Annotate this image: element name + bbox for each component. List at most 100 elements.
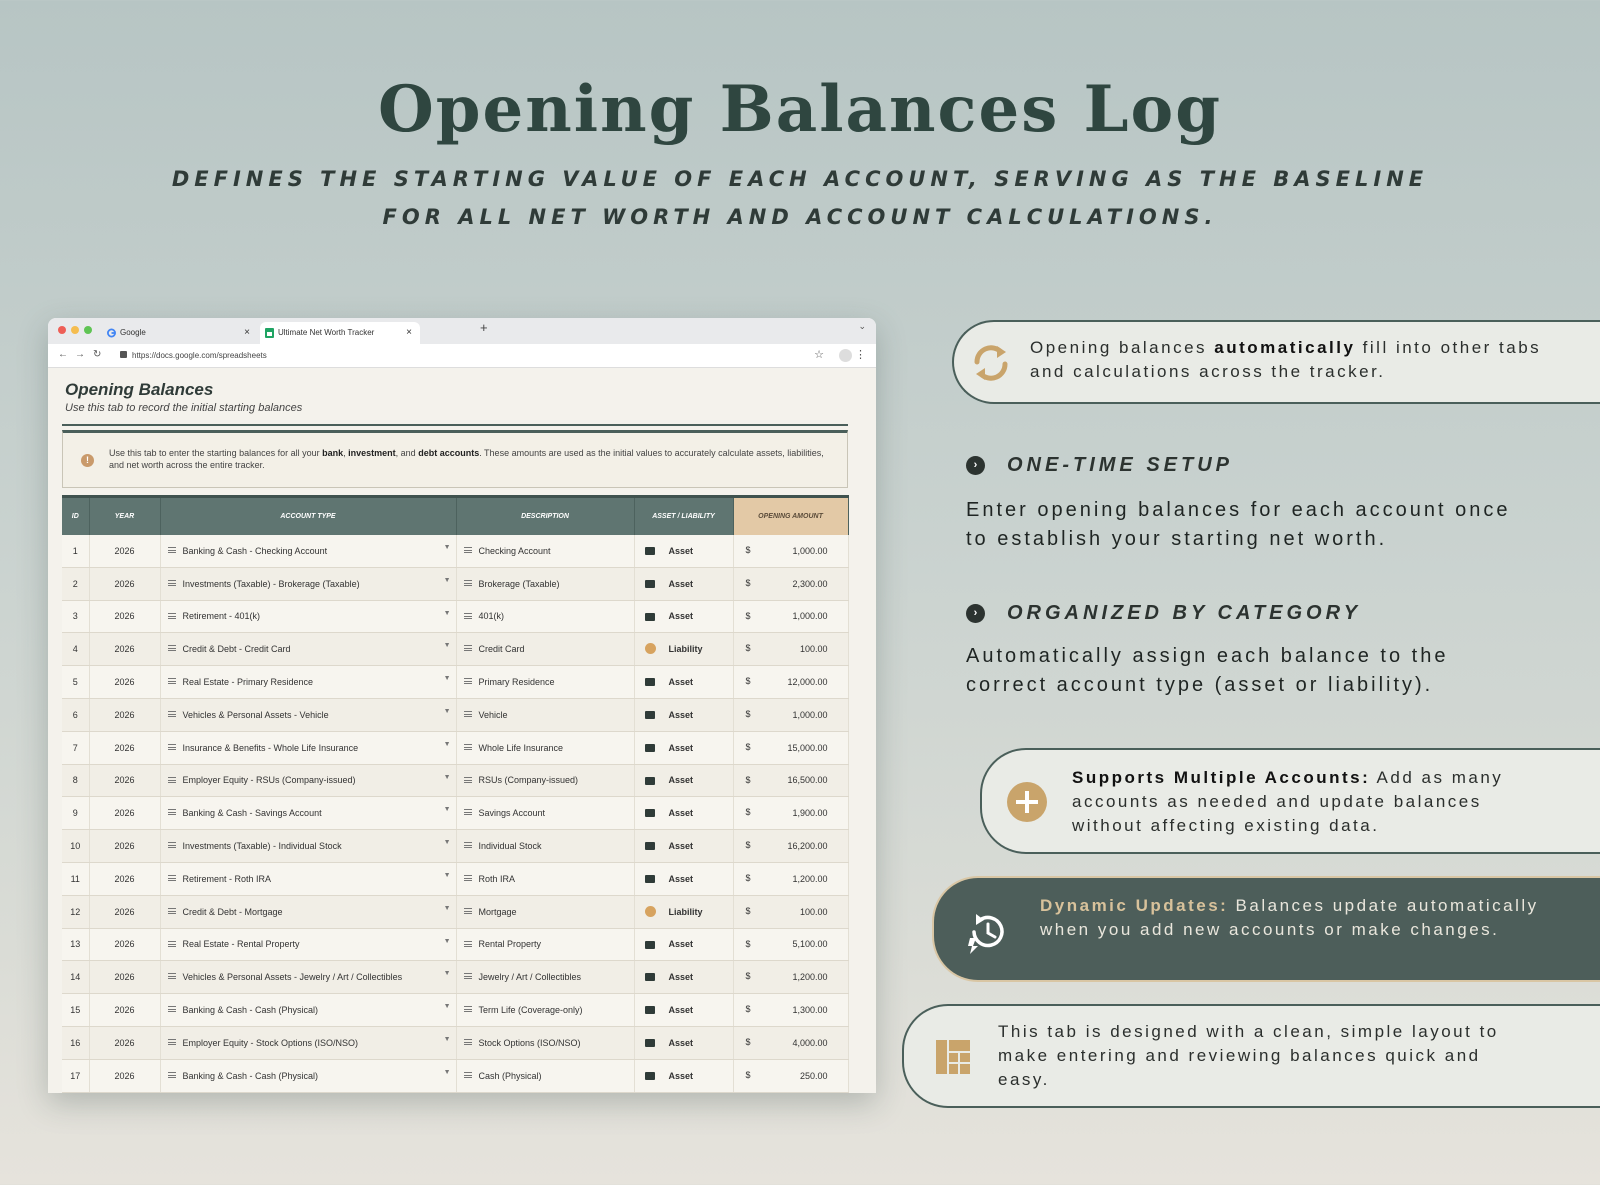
table-row[interactable]: 15 2026 Banking & Cash - Cash (Physical) ▼ T… — [62, 993, 849, 1027]
table-row[interactable]: 3 2026 Retirement - 401(k) ▼ 401(k) Asset $1,0… — [62, 600, 849, 634]
dropdown-arrow-icon[interactable]: ▼ — [444, 708, 451, 715]
cell-year[interactable]: 2026 — [89, 698, 161, 732]
cell-account-type[interactable]: Insurance & Benefits - Whole Life Insura… — [160, 731, 457, 765]
bookmark-star-icon[interactable]: ☆ — [814, 348, 824, 361]
cell-opening-amount[interactable]: $1,200.00 — [733, 960, 849, 995]
cell-asset-liability[interactable]: Asset — [634, 665, 734, 699]
dropdown-arrow-icon[interactable]: ▼ — [444, 1003, 451, 1010]
dropdown-arrow-icon[interactable]: ▼ — [444, 806, 451, 813]
close-tab-icon[interactable]: × — [406, 322, 412, 344]
dropdown-arrow-icon[interactable]: ▼ — [444, 577, 451, 584]
cell-year[interactable]: 2026 — [89, 895, 161, 929]
cell-year[interactable]: 2026 — [89, 928, 161, 962]
dropdown-arrow-icon[interactable]: ▼ — [444, 642, 451, 649]
cell-description[interactable]: Cash (Physical) — [456, 1059, 635, 1093]
dropdown-arrow-icon[interactable]: ▼ — [444, 1036, 451, 1043]
cell-year[interactable]: 2026 — [89, 960, 161, 995]
cell-year[interactable]: 2026 — [89, 600, 161, 634]
cell-id[interactable]: 1 — [62, 534, 90, 568]
table-row[interactable]: 16 2026 Employer Equity - Stock Options (I… — [62, 1026, 849, 1060]
cell-id[interactable]: 3 — [62, 600, 90, 634]
cell-opening-amount[interactable]: $100.00 — [733, 632, 849, 667]
cell-opening-amount[interactable]: $1,000.00 — [733, 600, 849, 634]
cell-year[interactable]: 2026 — [89, 632, 161, 667]
cell-opening-amount[interactable]: $1,300.00 — [733, 993, 849, 1027]
cell-asset-liability[interactable]: Asset — [634, 764, 734, 798]
cell-id[interactable]: 16 — [62, 1026, 90, 1060]
column-header-account-type[interactable]: Account Type — [160, 495, 457, 535]
cell-account-type[interactable]: Real Estate - Primary Residence ▼ — [160, 665, 457, 699]
table-row[interactable]: 4 2026 Credit & Debt - Credit Card ▼ Credit … — [62, 632, 849, 667]
cell-account-type[interactable]: Vehicles & Personal Assets - Vehicle ▼ — [160, 698, 457, 732]
cell-description[interactable]: Primary Residence — [456, 665, 635, 699]
cell-asset-liability[interactable]: Asset — [634, 534, 734, 568]
cell-description[interactable]: 401(k) — [456, 600, 635, 634]
table-row[interactable]: 2 2026 Investments (Taxable) - Brokerage (… — [62, 567, 849, 601]
cell-year[interactable]: 2026 — [89, 1059, 161, 1093]
cell-id[interactable]: 12 — [62, 895, 90, 929]
cell-description[interactable]: Whole Life Insurance — [456, 731, 635, 765]
column-header-id[interactable]: ID — [62, 495, 90, 535]
cell-asset-liability[interactable]: Asset — [634, 928, 734, 962]
chevron-down-icon[interactable]: ⌄ — [858, 321, 866, 332]
cell-description[interactable]: Rental Property — [456, 928, 635, 962]
close-window-dot[interactable] — [58, 326, 66, 334]
cell-opening-amount[interactable]: $5,100.00 — [733, 928, 849, 962]
cell-asset-liability[interactable]: Asset — [634, 796, 734, 831]
browser-tab-tracker[interactable]: Ultimate Net Worth Tracker × — [260, 322, 420, 344]
cell-asset-liability[interactable]: Asset — [634, 731, 734, 765]
dropdown-arrow-icon[interactable]: ▼ — [444, 774, 451, 781]
table-row[interactable]: 14 2026 Vehicles & Personal Assets - Jewel… — [62, 960, 849, 995]
cell-asset-liability[interactable]: Liability — [634, 895, 734, 929]
table-row[interactable]: 6 2026 Vehicles & Personal Assets - Vehicl… — [62, 698, 849, 732]
browser-tab-google[interactable]: Google × — [102, 322, 258, 344]
table-row[interactable]: 10 2026 Investments (Taxable) - Individual… — [62, 829, 849, 863]
cell-description[interactable]: Stock Options (ISO/NSO) — [456, 1026, 635, 1060]
cell-opening-amount[interactable]: $250.00 — [733, 1059, 849, 1093]
close-tab-icon[interactable]: × — [244, 322, 250, 344]
forward-arrow-icon[interactable]: → — [75, 349, 85, 360]
cell-year[interactable]: 2026 — [89, 665, 161, 699]
table-row[interactable]: 5 2026 Real Estate - Primary Residence ▼ Pri… — [62, 665, 849, 699]
cell-id[interactable]: 5 — [62, 665, 90, 699]
cell-id[interactable]: 17 — [62, 1059, 90, 1093]
cell-asset-liability[interactable]: Asset — [634, 862, 734, 896]
dropdown-arrow-icon[interactable]: ▼ — [444, 839, 451, 846]
cell-id[interactable]: 10 — [62, 829, 90, 863]
cell-opening-amount[interactable]: $16,500.00 — [733, 764, 849, 798]
cell-description[interactable]: Term Life (Coverage-only) — [456, 993, 635, 1027]
table-row[interactable]: 17 2026 Banking & Cash - Cash (Physical) ▼ C… — [62, 1059, 849, 1093]
cell-id[interactable]: 8 — [62, 764, 90, 798]
cell-opening-amount[interactable]: $16,200.00 — [733, 829, 849, 863]
dropdown-arrow-icon[interactable]: ▼ — [444, 544, 451, 551]
cell-year[interactable]: 2026 — [89, 1026, 161, 1060]
column-header-asset-liability[interactable]: Asset / Liability — [634, 495, 734, 535]
cell-asset-liability[interactable]: Asset — [634, 1059, 734, 1093]
cell-account-type[interactable]: Banking & Cash - Checking Account ▼ — [160, 534, 457, 568]
back-arrow-icon[interactable]: ← — [58, 349, 68, 360]
profile-avatar[interactable] — [839, 349, 852, 362]
cell-asset-liability[interactable]: Asset — [634, 567, 734, 601]
cell-asset-liability[interactable]: Liability — [634, 632, 734, 667]
cell-description[interactable]: Savings Account — [456, 796, 635, 831]
dropdown-arrow-icon[interactable]: ▼ — [444, 970, 451, 977]
cell-account-type[interactable]: Retirement - Roth IRA ▼ — [160, 862, 457, 896]
cell-id[interactable]: 2 — [62, 567, 90, 601]
cell-account-type[interactable]: Banking & Cash - Cash (Physical) ▼ — [160, 1059, 457, 1093]
cell-asset-liability[interactable]: Asset — [634, 993, 734, 1027]
cell-account-type[interactable]: Vehicles & Personal Assets - Jewelry / A… — [160, 960, 457, 995]
cell-account-type[interactable]: Credit & Debt - Credit Card ▼ — [160, 632, 457, 667]
dropdown-arrow-icon[interactable]: ▼ — [444, 872, 451, 879]
cell-account-type[interactable]: Employer Equity - RSUs (Company-issued) ▼ — [160, 764, 457, 798]
cell-id[interactable]: 15 — [62, 993, 90, 1027]
url-input[interactable]: https://docs.google.com/spreadsheets — [132, 351, 267, 360]
cell-description[interactable]: Mortgage — [456, 895, 635, 929]
cell-id[interactable]: 4 — [62, 632, 90, 667]
cell-asset-liability[interactable]: Asset — [634, 1026, 734, 1060]
dropdown-arrow-icon[interactable]: ▼ — [444, 905, 451, 912]
cell-year[interactable]: 2026 — [89, 993, 161, 1027]
table-row[interactable]: 9 2026 Banking & Cash - Savings Account ▼ Sa… — [62, 796, 849, 831]
cell-account-type[interactable]: Investments (Taxable) - Brokerage (Taxab… — [160, 567, 457, 601]
cell-opening-amount[interactable]: $4,000.00 — [733, 1026, 849, 1060]
table-row[interactable]: 1 2026 Banking & Cash - Checking Account ▼ C… — [62, 534, 849, 568]
